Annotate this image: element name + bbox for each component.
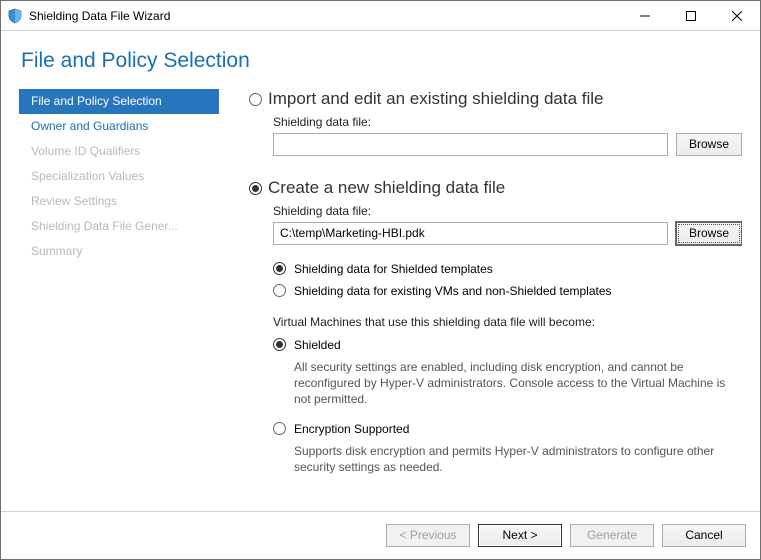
wizard-footer: < Previous Next > Generate Cancel	[1, 511, 760, 559]
vm-shielded-option[interactable]: Shielded	[273, 337, 742, 353]
import-option[interactable]: Import and edit an existing shielding da…	[249, 89, 742, 109]
maximize-button[interactable]	[668, 1, 714, 31]
nav-file-generation: Shielding Data File Gener...	[19, 214, 219, 239]
nav-owner-guardians[interactable]: Owner and Guardians	[19, 114, 219, 139]
template-shielded-label: Shielding data for Shielded templates	[294, 261, 493, 277]
import-option-label: Import and edit an existing shielding da…	[268, 89, 603, 109]
vm-encryption-label: Encryption Supported	[294, 421, 409, 437]
import-radio[interactable]	[249, 93, 262, 106]
nav-summary: Summary	[19, 239, 219, 264]
vm-outcome-intro: Virtual Machines that use this shielding…	[273, 315, 742, 329]
create-radio[interactable]	[249, 182, 262, 195]
create-option-label: Create a new shielding data file	[268, 178, 505, 198]
import-browse-button[interactable]: Browse	[676, 133, 742, 156]
create-file-label: Shielding data file:	[273, 204, 742, 218]
vm-shielded-radio[interactable]	[273, 338, 286, 351]
template-shielded-option[interactable]: Shielding data for Shielded templates	[273, 261, 742, 277]
titlebar: Shielding Data File Wizard	[1, 1, 760, 31]
create-browse-button[interactable]: Browse	[676, 222, 742, 245]
create-file-input[interactable]: C:\temp\Marketing-HBI.pdk	[273, 222, 668, 245]
nav-specialization: Specialization Values	[19, 164, 219, 189]
wizard-window: Shielding Data File Wizard File and Poli…	[0, 0, 761, 560]
template-existing-label: Shielding data for existing VMs and non-…	[294, 283, 612, 299]
close-button[interactable]	[714, 1, 760, 31]
content-columns: File and Policy Selection Owner and Guar…	[19, 89, 742, 511]
minimize-button[interactable]	[622, 1, 668, 31]
vm-encryption-option[interactable]: Encryption Supported	[273, 421, 742, 437]
generate-button: Generate	[570, 524, 654, 547]
nav-review: Review Settings	[19, 189, 219, 214]
nav-file-policy[interactable]: File and Policy Selection	[19, 89, 219, 114]
main-panel: Import and edit an existing shielding da…	[219, 89, 742, 511]
vm-encryption-radio[interactable]	[273, 422, 286, 435]
import-file-input[interactable]	[273, 133, 668, 156]
template-shielded-radio[interactable]	[273, 262, 286, 275]
vm-encryption-desc: Supports disk encryption and permits Hyp…	[294, 443, 742, 475]
previous-button: < Previous	[386, 524, 470, 547]
import-section: Shielding data file: Browse	[273, 115, 742, 156]
vm-shielded-desc: All security settings are enabled, inclu…	[294, 359, 742, 407]
window-title: Shielding Data File Wizard	[29, 9, 170, 23]
vm-shielded-label: Shielded	[294, 337, 341, 353]
page-title: File and Policy Selection	[21, 49, 742, 73]
wizard-sidebar: File and Policy Selection Owner and Guar…	[19, 89, 219, 511]
next-button[interactable]: Next >	[478, 524, 562, 547]
cancel-button[interactable]: Cancel	[662, 524, 746, 547]
create-option[interactable]: Create a new shielding data file	[249, 178, 742, 198]
create-section: Shielding data file: C:\temp\Marketing-H…	[273, 204, 742, 475]
nav-volume-id: Volume ID Qualifiers	[19, 139, 219, 164]
template-existing-option[interactable]: Shielding data for existing VMs and non-…	[273, 283, 742, 299]
wizard-body: File and Policy Selection File and Polic…	[1, 31, 760, 511]
import-file-label: Shielding data file:	[273, 115, 742, 129]
template-existing-radio[interactable]	[273, 284, 286, 297]
shield-icon	[7, 8, 23, 24]
